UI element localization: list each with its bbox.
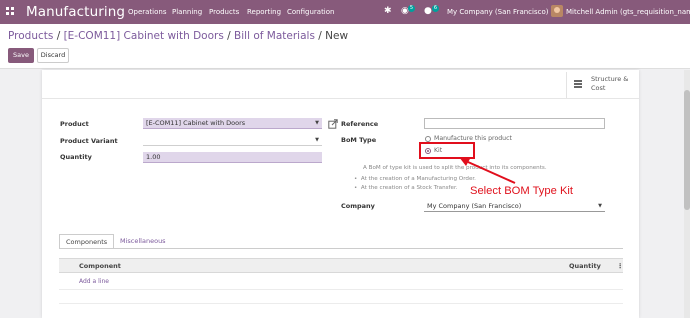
bug-icon[interactable]: ✱ bbox=[384, 6, 392, 16]
column-quantity[interactable]: Quantity bbox=[569, 262, 601, 270]
product-value: [E-COM11] Cabinet with Doors bbox=[146, 119, 246, 127]
breadcrumb-current: New bbox=[325, 30, 349, 42]
reference-label: Reference bbox=[341, 120, 379, 128]
add-line-link[interactable]: Add a line bbox=[79, 278, 109, 285]
user-menu[interactable]: Mitchell Admin (gts_requisition_name) bbox=[566, 8, 690, 16]
avatar[interactable] bbox=[551, 5, 563, 17]
table-row bbox=[59, 303, 623, 304]
save-button[interactable]: Save bbox=[8, 48, 34, 63]
product-field[interactable]: [E-COM11] Cabinet with Doors ▼ bbox=[143, 118, 322, 129]
table-row bbox=[59, 289, 623, 290]
bom-type-help-bullet: • At the creation of a Manufacturing Ord… bbox=[354, 176, 476, 182]
reference-input[interactable] bbox=[424, 118, 605, 129]
activity-icon[interactable]: ● bbox=[424, 6, 432, 16]
bom-help-bullet-1: At the creation of a Manufacturing Order… bbox=[360, 176, 476, 182]
product-variant-field[interactable]: ▼ bbox=[143, 135, 322, 146]
breadcrumb-product[interactable]: [E-COM11] Cabinet with Doors bbox=[64, 30, 224, 42]
top-navbar: Manufacturing Operations Planning Produc… bbox=[0, 0, 690, 24]
discard-button[interactable]: Discard bbox=[37, 48, 69, 63]
bom-help-bullet-2: At the creation of a Stock Transfer. bbox=[360, 185, 458, 191]
company-field[interactable]: My Company (San Francisco) ▼ bbox=[424, 201, 605, 212]
menu-reporting[interactable]: Reporting bbox=[247, 8, 281, 16]
bars-icon bbox=[574, 80, 582, 88]
divider bbox=[42, 98, 639, 99]
quantity-value: 1.00 bbox=[146, 153, 161, 161]
tab-components[interactable]: Components bbox=[59, 234, 115, 249]
breadcrumb-products[interactable]: Products bbox=[8, 30, 53, 42]
breadcrumb: Products / [E-COM11] Cabinet with Doors … bbox=[8, 30, 348, 42]
company-label: Company bbox=[341, 202, 375, 210]
column-options-icon[interactable]: ⋮ bbox=[617, 262, 624, 270]
scrollbar-thumb[interactable] bbox=[684, 90, 690, 210]
tabs-divider bbox=[59, 248, 623, 249]
breadcrumb-separator: / bbox=[56, 30, 61, 42]
structure-cost-button[interactable]: Structure & Cost bbox=[566, 72, 639, 98]
product-variant-label: Product Variant bbox=[60, 137, 118, 145]
annotation-text: Select BOM Type Kit bbox=[470, 185, 574, 197]
bom-type-help: A BoM of type kit is used to split the p… bbox=[363, 165, 547, 171]
external-link-icon[interactable] bbox=[328, 119, 338, 129]
menu-configuration[interactable]: Configuration bbox=[287, 8, 334, 16]
dropdown-caret-icon: ▼ bbox=[315, 137, 319, 143]
breadcrumb-bom[interactable]: Bill of Materials bbox=[234, 30, 315, 42]
tab-miscellaneous[interactable]: Miscellaneous bbox=[114, 234, 172, 249]
apps-menu-icon[interactable] bbox=[6, 7, 15, 16]
company-value: My Company (San Francisco) bbox=[427, 202, 522, 210]
company-switcher[interactable]: My Company (San Francisco) bbox=[447, 8, 548, 16]
breadcrumb-separator: / bbox=[227, 30, 231, 42]
dropdown-caret-icon: ▼ bbox=[315, 120, 319, 126]
breadcrumb-separator: / bbox=[318, 30, 322, 42]
activity-badge: 6 bbox=[432, 5, 439, 12]
column-component[interactable]: Component bbox=[79, 262, 121, 270]
dropdown-caret-icon: ▼ bbox=[598, 203, 602, 209]
app-title[interactable]: Manufacturing bbox=[26, 4, 125, 20]
menu-planning[interactable]: Planning bbox=[172, 8, 202, 16]
bom-type-manufacture-option[interactable]: Manufacture this product bbox=[434, 135, 512, 142]
quantity-field[interactable]: 1.00 bbox=[143, 152, 322, 163]
table-header bbox=[59, 258, 623, 273]
chat-badge: 5 bbox=[408, 5, 415, 12]
quantity-label: Quantity bbox=[60, 153, 92, 161]
menu-operations[interactable]: Operations bbox=[128, 8, 166, 16]
menu-products[interactable]: Products bbox=[209, 8, 239, 16]
structure-cost-label: Structure & Cost bbox=[591, 75, 629, 92]
bom-type-help-bullet: • At the creation of a Stock Transfer. bbox=[354, 185, 458, 191]
highlight-box bbox=[419, 142, 475, 159]
bom-type-label: BoM Type bbox=[341, 136, 377, 144]
product-label: Product bbox=[60, 120, 89, 128]
